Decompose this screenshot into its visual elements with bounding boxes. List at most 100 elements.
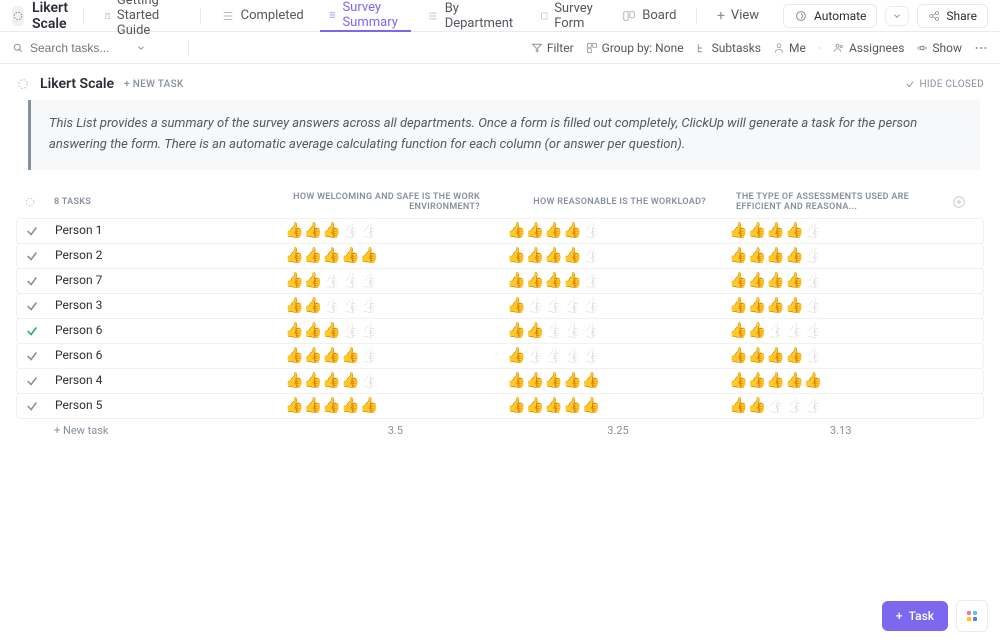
rating-cell[interactable]: 👍👍👍👍👍 [729,298,931,313]
share-icon [928,10,940,22]
rating-cell[interactable]: 👍👍👍👍👍 [285,273,487,288]
new-task-link[interactable]: + NEW TASK [124,79,183,90]
rating-cell[interactable]: 👍👍👍👍👍 [285,223,487,238]
thumb-icon: 👍 [748,373,767,388]
check-icon[interactable] [25,324,39,338]
share-button[interactable]: Share [917,4,988,28]
task-name: Person 6 [55,348,102,362]
column-header-q1[interactable]: HOW WELCOMING AND SAFE IS THE WORK ENVIR… [284,192,510,212]
column-header-q2[interactable]: HOW REASONABLE IS THE WORKLOAD? [510,197,736,207]
tab-label: View [731,8,759,23]
rating-cell[interactable]: 👍👍👍👍👍 [285,398,487,413]
check-icon[interactable] [25,299,39,313]
create-task-button[interactable]: + Task [882,601,948,631]
group-by-button[interactable]: Group by: None [586,41,684,55]
status-circle-icon[interactable] [16,77,30,91]
check-icon[interactable] [25,399,39,413]
rating-cell[interactable]: 👍👍👍👍👍 [507,298,709,313]
apps-button[interactable] [956,600,988,632]
automate-dropdown[interactable] [885,6,909,26]
plus-icon: + [896,609,903,623]
column-header-q3[interactable]: THE TYPE OF ASSESSMENTS USED ARE EFFICIE… [736,192,952,212]
rating-cell[interactable]: 👍👍👍👍👍 [507,273,709,288]
list-lines-icon [221,9,235,23]
tab-by-department[interactable]: By Department [419,0,524,32]
thumb-icon: 👍 [341,273,360,288]
table-row[interactable]: Person 4👍👍👍👍👍👍👍👍👍👍👍👍👍👍👍 [16,368,984,394]
rating-cell[interactable]: 👍👍👍👍👍 [507,373,709,388]
rating-cell[interactable]: 👍👍👍👍👍 [285,323,487,338]
show-button[interactable]: Show [916,41,962,55]
rating-cell[interactable]: 👍👍👍👍👍 [285,248,487,263]
more-button[interactable] [974,41,988,55]
tab-completed[interactable]: Completed [213,0,312,32]
rating-cell[interactable]: 👍👍👍👍👍 [507,323,709,338]
table-row[interactable]: Person 6 👍👍👍👍👍 👍👍👍👍👍 👍👍👍👍👍 [16,318,984,344]
thumb-icon: 👍 [563,298,582,313]
task-name: Person 5 [55,398,102,412]
thumb-icon: 👍 [507,348,526,363]
rating-cell[interactable]: 👍👍👍👍👍 [507,348,709,363]
list-lines-icon [328,8,337,22]
thumb-icon: 👍 [360,373,379,388]
subtasks-button[interactable]: Subtasks [696,41,761,55]
thumb-icon: 👍 [322,248,341,263]
rating-cell[interactable]: 👍👍👍👍👍 [729,223,931,238]
rating-cell[interactable]: 👍👍👍👍👍 [285,373,487,388]
thumb-icon: 👍 [804,223,823,238]
rating-cell[interactable]: 👍👍👍👍👍 [507,248,709,263]
rating-cell[interactable]: 👍👍👍👍👍 [729,373,931,388]
tab-survey-summary[interactable]: Survey Summary [320,0,411,32]
status-circle-icon[interactable] [24,196,36,208]
new-task-footer[interactable]: + New task [54,424,108,437]
assignees-button[interactable]: Assignees [833,41,904,55]
add-column-icon[interactable] [952,195,966,209]
thumb-icon: 👍 [804,248,823,263]
check-icon[interactable] [25,249,39,263]
thumb-icon: 👍 [360,348,379,363]
tab-add-view[interactable]: + View [709,0,767,32]
automate-button[interactable]: Automate [783,4,877,28]
tab-survey-form[interactable]: Survey Form [532,0,607,32]
hide-closed-button[interactable]: HIDE CLOSED [905,79,984,90]
thumb-icon: 👍 [304,223,323,238]
chevron-down-icon[interactable] [136,43,146,53]
rating-cell[interactable]: 👍👍👍👍👍 [729,323,931,338]
thumb-icon: 👍 [360,223,379,238]
group-icon [586,42,598,54]
rating-cell[interactable]: 👍👍👍👍👍 [507,223,709,238]
thumb-icon: 👍 [563,398,582,413]
rating-cell[interactable]: 👍👍👍👍👍 [729,398,931,413]
table-row[interactable]: Person 2👍👍👍👍👍👍👍👍👍👍👍👍👍👍👍 [16,243,984,269]
tab-getting-started[interactable]: Getting Started Guide [96,0,188,32]
rating-cell[interactable]: 👍👍👍👍👍 [729,348,931,363]
thumb-icon: 👍 [729,273,748,288]
rating-cell[interactable]: 👍👍👍👍👍 [285,348,487,363]
check-icon[interactable] [25,274,39,288]
thumb-icon: 👍 [285,323,304,338]
check-icon[interactable] [25,349,39,363]
tab-board[interactable]: Board [614,0,684,32]
thumb-icon: 👍 [341,223,360,238]
me-button[interactable]: Me [773,41,806,55]
search-input[interactable] [30,41,130,55]
rating-cell[interactable]: 👍👍👍👍👍 [507,398,709,413]
filter-button[interactable]: Filter [531,41,574,55]
rating-cell[interactable]: 👍👍👍👍👍 [729,273,931,288]
thumb-icon: 👍 [582,298,601,313]
table-row[interactable]: Person 7👍👍👍👍👍👍👍👍👍👍👍👍👍👍👍 [16,268,984,294]
list-description: This List provides a summary of the surv… [28,100,980,170]
task-name: Person 6 [55,323,102,337]
rating-cell[interactable]: 👍👍👍👍👍 [729,248,931,263]
thumb-icon: 👍 [785,323,804,338]
rating-cell[interactable]: 👍👍👍👍👍 [285,298,487,313]
list-lines-icon [427,9,439,23]
check-icon[interactable] [25,224,39,238]
table-row[interactable]: Person 3👍👍👍👍👍👍👍👍👍👍👍👍👍👍👍 [16,293,984,319]
table-row[interactable]: Person 1👍👍👍👍👍👍👍👍👍👍👍👍👍👍👍 [16,218,984,244]
thumb-icon: 👍 [507,373,526,388]
check-icon[interactable] [25,374,39,388]
table-row[interactable]: Person 5 👍👍👍👍👍 👍👍👍👍👍 👍👍👍👍👍 [16,393,984,419]
thumb-icon: 👍 [748,223,767,238]
table-row[interactable]: Person 6 👍👍👍👍👍 👍👍👍👍👍 👍👍👍👍👍 [16,343,984,369]
